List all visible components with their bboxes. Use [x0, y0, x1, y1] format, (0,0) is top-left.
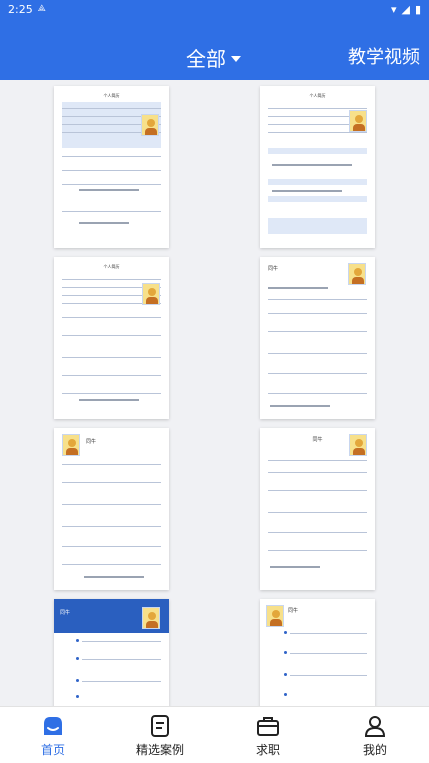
card-title: 同牛 — [86, 439, 97, 445]
tab-featured-cases[interactable]: 精选案例 — [120, 714, 200, 758]
home-icon — [44, 717, 62, 735]
resume-template-card[interactable]: 同牛 — [54, 428, 169, 590]
wifi-icon: ▾ — [390, 2, 397, 16]
status-right-icons: ▾ ◢ ▮ — [391, 3, 421, 16]
resume-template-grid: 个人简历 个人简历 个人简历 同牛 同牛 同牛 同牛 同牛 — [0, 80, 429, 706]
avatar-photo — [349, 110, 367, 132]
avatar-photo — [141, 114, 159, 136]
avatar-photo — [349, 434, 367, 456]
category-filter[interactable]: 全部 — [186, 43, 241, 72]
card-title: 同牛 — [288, 608, 299, 614]
resume-template-card[interactable]: 同牛 — [260, 428, 375, 590]
app-screen: 2:25 ⟁ ▾ ◢ ▮ 全部 教学视频 个人简历 个人简历 个人简历 同牛 同… — [0, 0, 429, 763]
tab-jobs[interactable]: 求职 — [228, 714, 308, 758]
status-time: 2:25 — [8, 2, 33, 16]
battery-icon: ▮ — [414, 2, 421, 16]
category-filter-label: 全部 — [186, 47, 226, 71]
avatar-photo — [142, 607, 160, 629]
tab-jobs-label: 求职 — [255, 743, 280, 757]
tab-profile-label: 我的 — [362, 743, 387, 757]
notification-icon: ⟁ — [37, 4, 46, 14]
resume-template-card[interactable]: 同牛 — [260, 599, 375, 706]
teaching-video-link[interactable]: 教学视频 — [348, 43, 420, 69]
tab-home[interactable]: 首页 — [13, 714, 93, 758]
tab-home-label: 首页 — [40, 743, 65, 757]
avatar-photo — [266, 605, 284, 627]
avatar-photo — [142, 283, 160, 305]
briefcase-icon — [257, 717, 279, 736]
tab-featured-cases-label: 精选案例 — [135, 743, 184, 757]
signal-icon: ◢ — [401, 2, 410, 16]
card-title: 个人简历 — [309, 93, 326, 98]
top-bar: 全部 教学视频 — [0, 18, 429, 80]
document-icon — [151, 715, 169, 737]
card-title: 个人简历 — [103, 93, 120, 98]
resume-template-card[interactable]: 同牛 — [54, 599, 169, 706]
avatar-photo — [348, 263, 366, 285]
resume-template-card[interactable]: 个人简历 — [54, 257, 169, 419]
resume-template-card[interactable]: 同牛 — [260, 257, 375, 419]
resume-template-card[interactable]: 个人简历 — [54, 86, 169, 248]
avatar-photo — [62, 434, 80, 456]
caret-down-icon — [231, 55, 241, 62]
card-title: 个人简历 — [103, 264, 120, 269]
resume-template-card[interactable]: 个人简历 — [260, 86, 375, 248]
status-bar: 2:25 ⟁ ▾ ◢ ▮ — [0, 0, 429, 18]
bottom-tab-bar: 首页 精选案例 求职 我的 — [0, 706, 429, 763]
user-icon — [364, 716, 386, 737]
tab-profile[interactable]: 我的 — [335, 714, 415, 758]
